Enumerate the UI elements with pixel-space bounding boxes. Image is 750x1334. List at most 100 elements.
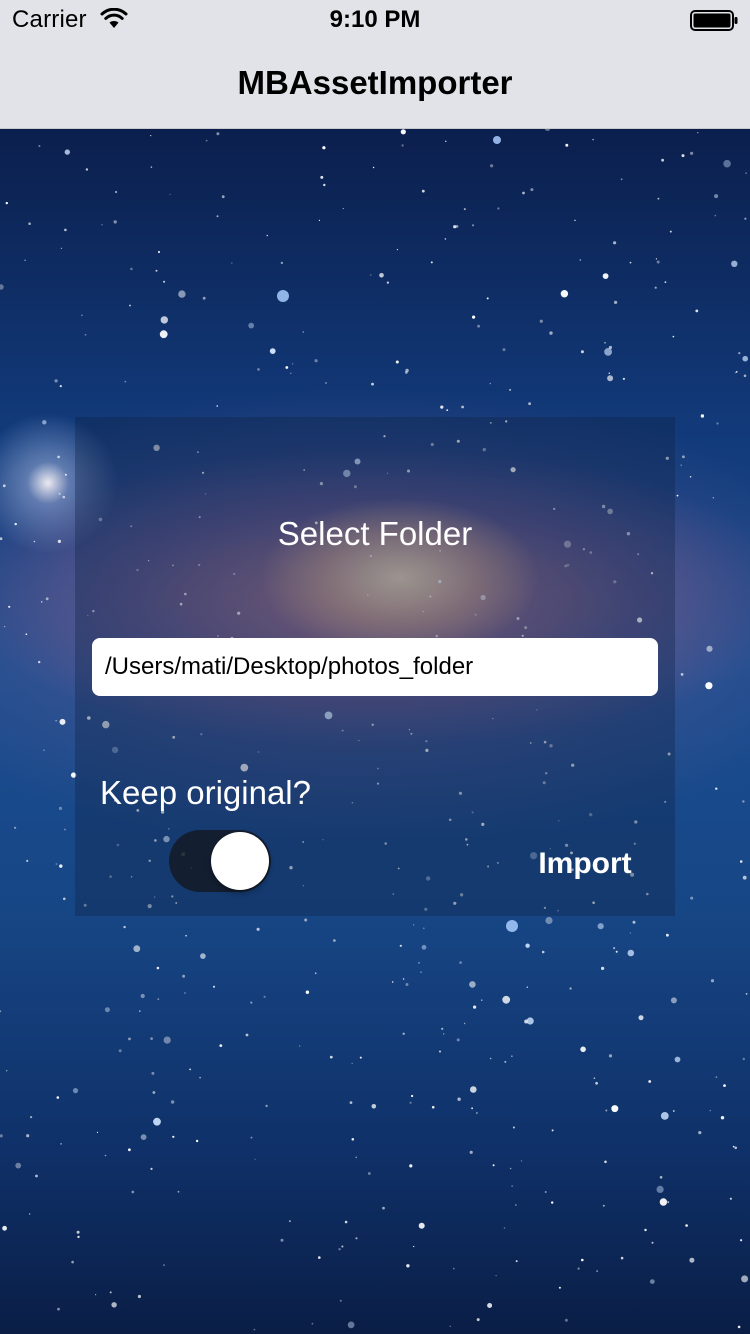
star (402, 978, 405, 980)
star (666, 933, 669, 937)
star (627, 949, 635, 957)
star (84, 333, 87, 336)
star (445, 140, 447, 142)
star (657, 197, 660, 200)
star (744, 217, 747, 220)
star (280, 1238, 284, 1242)
star (604, 348, 612, 356)
star (580, 350, 584, 354)
star (743, 374, 747, 378)
star (290, 372, 292, 375)
star (54, 379, 58, 383)
star (742, 1057, 745, 1061)
star (320, 175, 324, 179)
star (311, 1322, 314, 1325)
star (420, 971, 422, 973)
star (355, 1156, 358, 1159)
star (685, 1224, 688, 1227)
star (113, 220, 117, 224)
star (347, 1321, 355, 1329)
star (38, 660, 41, 664)
star (169, 193, 171, 195)
import-button[interactable]: Import (523, 847, 647, 881)
star (62, 495, 66, 499)
star (659, 1176, 663, 1179)
star (219, 1044, 223, 1047)
star (715, 1076, 718, 1078)
star (541, 950, 545, 954)
star (157, 998, 160, 1000)
star (153, 1117, 161, 1126)
star (150, 1167, 153, 1170)
star (160, 316, 168, 324)
star (522, 191, 525, 195)
folder-path-input[interactable] (92, 638, 658, 696)
star (511, 1185, 513, 1187)
star (302, 331, 305, 333)
star (351, 1138, 355, 1141)
star (409, 1164, 413, 1168)
star (723, 159, 731, 168)
star (715, 787, 718, 790)
star (338, 1248, 341, 1251)
import-panel: Select Folder Keep original? Import (75, 417, 675, 916)
star (26, 1134, 30, 1138)
star (463, 208, 466, 211)
star (608, 1054, 613, 1058)
star (421, 944, 427, 950)
star (156, 966, 160, 970)
star (695, 309, 699, 313)
star (558, 1286, 561, 1289)
star (579, 259, 582, 261)
star (661, 158, 664, 162)
star (139, 1010, 141, 1012)
star (339, 1299, 342, 1302)
star (184, 992, 186, 994)
star (24, 259, 26, 262)
star (333, 939, 336, 942)
star (544, 1191, 547, 1193)
star (205, 139, 208, 142)
star (59, 385, 62, 388)
star (731, 260, 738, 267)
battery-icon (690, 10, 738, 31)
star (185, 934, 187, 937)
star (245, 1033, 249, 1037)
star (660, 1112, 669, 1120)
star (379, 273, 384, 278)
star (738, 352, 741, 355)
star (680, 673, 684, 676)
star (370, 274, 372, 276)
star (411, 1094, 414, 1098)
navigation-bar: MBAssetImporter (0, 40, 750, 129)
star (446, 409, 449, 411)
star (109, 1291, 112, 1294)
star (150, 166, 153, 168)
star (596, 1270, 598, 1272)
star (355, 1237, 358, 1240)
star (216, 405, 218, 407)
select-folder-heading: Select Folder (277, 515, 473, 552)
star (551, 1129, 554, 1132)
keep-original-toggle[interactable] (169, 830, 271, 892)
star (418, 1222, 425, 1229)
star (42, 420, 47, 425)
star (322, 146, 326, 150)
star (734, 372, 737, 374)
star (33, 540, 36, 543)
star (395, 360, 399, 364)
star (386, 281, 389, 284)
star (720, 1116, 725, 1120)
star (371, 1104, 377, 1109)
star (622, 377, 626, 380)
star (601, 966, 605, 971)
star (486, 297, 489, 300)
star (597, 923, 604, 930)
star (0, 1134, 3, 1138)
star (216, 132, 220, 136)
star (318, 1256, 321, 1259)
star (709, 1109, 711, 1112)
star (413, 924, 415, 926)
star (574, 219, 576, 222)
star (57, 539, 62, 543)
